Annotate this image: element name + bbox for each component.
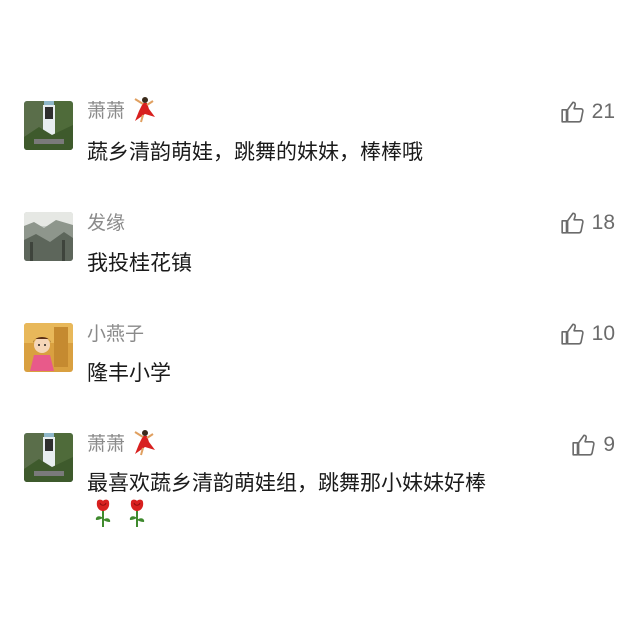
waterfall-landscape-icon bbox=[24, 433, 73, 482]
rose-icon bbox=[92, 498, 114, 528]
waterfall-landscape-icon bbox=[24, 101, 73, 150]
commenter-name: 萧萧 bbox=[87, 432, 126, 455]
comment-text: 最喜欢蔬乡清韵萌娃组，跳舞那小妹妹好棒 bbox=[87, 471, 486, 495]
cartoon-girl-icon bbox=[24, 323, 73, 372]
thumbs-up-icon bbox=[560, 323, 584, 345]
like-count: 9 bbox=[603, 433, 615, 456]
like-button[interactable]: 10 bbox=[560, 320, 615, 348]
commenter-name: 小燕子 bbox=[87, 322, 145, 345]
rose-icon bbox=[126, 498, 148, 528]
avatar[interactable] bbox=[24, 433, 73, 482]
like-button[interactable]: 18 bbox=[560, 209, 615, 237]
avatar[interactable] bbox=[24, 212, 73, 261]
comment-text: 蔬乡清韵萌娃，跳舞的妹妹，棒棒哦 bbox=[87, 140, 423, 164]
thumbs-up-icon bbox=[572, 434, 596, 456]
like-count: 18 bbox=[591, 211, 615, 234]
avatar[interactable] bbox=[24, 101, 73, 150]
like-count: 21 bbox=[591, 100, 615, 123]
dancer-emoji-icon bbox=[129, 428, 156, 456]
avatar[interactable] bbox=[24, 323, 73, 372]
commenter-name: 发缘 bbox=[87, 211, 126, 234]
comment-text: 我投桂花镇 bbox=[87, 251, 192, 275]
dancer-emoji-icon bbox=[129, 95, 156, 123]
like-button[interactable]: 21 bbox=[560, 98, 615, 126]
thumbs-up-icon bbox=[560, 212, 584, 234]
misty-forest-icon bbox=[24, 212, 73, 261]
like-button[interactable]: 9 bbox=[571, 431, 615, 459]
emoji-row bbox=[92, 498, 148, 528]
commenter-name: 萧萧 bbox=[87, 99, 126, 122]
like-count: 10 bbox=[591, 322, 615, 345]
thumbs-up-icon bbox=[560, 101, 584, 123]
comment-text: 隆丰小学 bbox=[87, 361, 171, 385]
